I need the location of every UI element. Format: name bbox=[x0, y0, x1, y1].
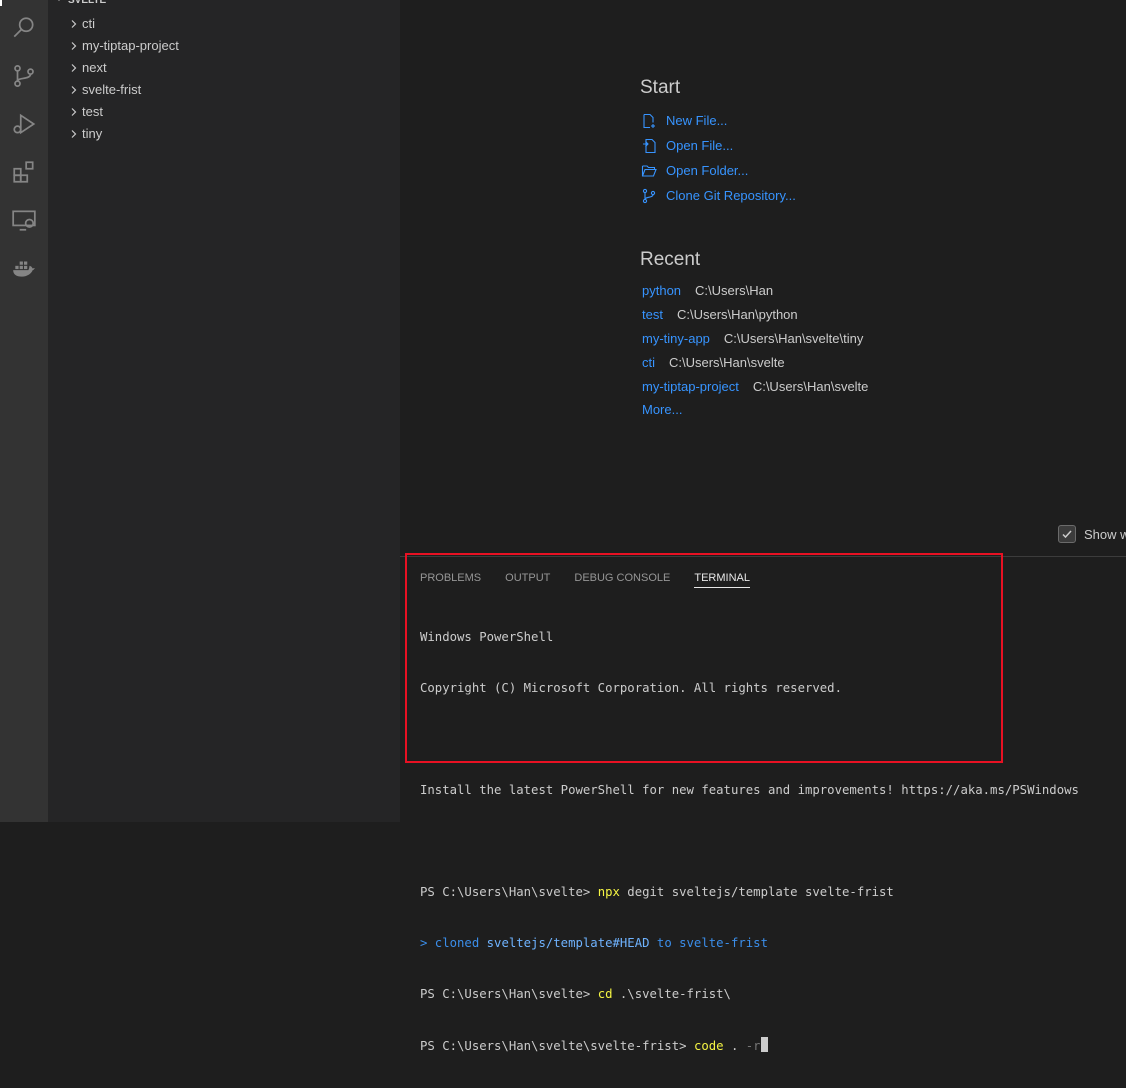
recent-item-path: C:\Users\Han\svelte\tiny bbox=[723, 330, 864, 346]
terminal-command-line: PS C:\Users\Han\svelte> npx degit svelte… bbox=[420, 884, 1126, 901]
open-file-icon bbox=[640, 137, 658, 155]
tab-output[interactable]: OUTPUT bbox=[505, 569, 550, 587]
recent-item-path: C:\Users\Han\python bbox=[676, 306, 798, 322]
start-heading: Start bbox=[640, 77, 681, 98]
panel-tabs: PROBLEMS OUTPUT DEBUG CONSOLE TERMINAL bbox=[420, 569, 750, 588]
remote-explorer-icon[interactable] bbox=[0, 196, 48, 244]
terminal-cursor bbox=[760, 1037, 768, 1052]
recent-item: python C:\Users\Han bbox=[642, 278, 868, 302]
tree-folder[interactable]: next bbox=[48, 57, 400, 79]
terminal-suggestion: -r bbox=[745, 1039, 761, 1053]
recent-item: my-tiny-app C:\Users\Han\svelte\tiny bbox=[642, 326, 868, 350]
recent-item-name[interactable]: cti bbox=[642, 355, 655, 370]
show-welcome-checkbox[interactable] bbox=[1058, 525, 1076, 543]
recent-item-name[interactable]: python bbox=[642, 283, 681, 298]
terminal-line: Windows PowerShell bbox=[420, 630, 554, 644]
terminal-command-line: PS C:\Users\Han\svelte> cd .\svelte-fris… bbox=[420, 986, 1126, 1003]
start-item-label: Open File... bbox=[666, 138, 734, 153]
folder-label: my-tiptap-project bbox=[82, 38, 179, 53]
recent-list: python C:\Users\Han test C:\Users\Han\py… bbox=[642, 278, 868, 422]
tree-folder[interactable]: my-tiptap-project bbox=[48, 35, 400, 57]
run-debug-icon[interactable] bbox=[0, 100, 48, 148]
more-recent-link[interactable]: More... bbox=[642, 398, 868, 422]
terminal-args: .\svelte-frist\ bbox=[612, 987, 731, 1001]
recent-item-name[interactable]: my-tiptap-project bbox=[642, 379, 739, 394]
chevron-right-icon bbox=[66, 60, 82, 76]
recent-heading: Recent bbox=[640, 249, 701, 270]
start-item-label: Open Folder... bbox=[666, 163, 749, 178]
terminal-prompt: PS C:\Users\Han\svelte\svelte-frist> bbox=[420, 1039, 694, 1053]
folder-tree: cti my-tiptap-project next svelte-frist … bbox=[48, 13, 400, 145]
chevron-right-icon bbox=[66, 104, 82, 120]
terminal-output-suffix: to svelte-frist bbox=[649, 936, 768, 950]
tab-debug-console[interactable]: DEBUG CONSOLE bbox=[574, 569, 670, 587]
terminal-prompt: PS C:\Users\Han\svelte> bbox=[420, 987, 598, 1001]
folder-label: svelte-frist bbox=[82, 82, 142, 97]
chevron-down-icon bbox=[54, 0, 64, 9]
recent-item-name[interactable]: test bbox=[642, 307, 663, 322]
section-title: SVELTE bbox=[68, 0, 107, 6]
chevron-right-icon bbox=[66, 38, 82, 54]
chevron-right-icon bbox=[66, 16, 82, 32]
terminal-command: npx bbox=[597, 885, 620, 899]
activity-bar bbox=[0, 0, 48, 822]
bottom-panel: PROBLEMS OUTPUT DEBUG CONSOLE TERMINAL W… bbox=[400, 556, 1126, 1053]
terminal-output[interactable]: Windows PowerShell Copyright (C) Microso… bbox=[420, 595, 1126, 1088]
folder-label: next bbox=[82, 60, 107, 75]
show-welcome-label: Show w bbox=[1084, 526, 1126, 542]
terminal-args: . bbox=[723, 1039, 746, 1053]
extensions-icon[interactable] bbox=[0, 148, 48, 196]
explorer-section-header[interactable]: SVELTE bbox=[48, 0, 106, 8]
clone-git-repository-link[interactable]: Clone Git Repository... bbox=[640, 183, 796, 208]
git-clone-icon bbox=[640, 187, 658, 205]
folder-label: cti bbox=[82, 16, 95, 31]
start-item-label: New File... bbox=[666, 113, 728, 128]
recent-item-path: C:\Users\Han\svelte bbox=[752, 378, 869, 394]
tree-folder[interactable]: tiny bbox=[48, 123, 400, 145]
tree-folder[interactable]: svelte-frist bbox=[48, 79, 400, 101]
terminal-command: code bbox=[693, 1039, 724, 1053]
open-folder-icon bbox=[640, 162, 658, 180]
terminal-output-prefix: > cloned bbox=[420, 936, 487, 950]
recent-item: test C:\Users\Han\python bbox=[642, 302, 868, 326]
welcome-page: Start New File... Open File... Open Fold… bbox=[400, 0, 1126, 556]
explorer-sidebar: SVELTE cti my-tiptap-project next svelte… bbox=[48, 0, 400, 822]
recent-item: cti C:\Users\Han\svelte bbox=[642, 350, 868, 374]
show-welcome-toggle[interactable]: Show w bbox=[1058, 525, 1126, 543]
recent-item-path: C:\Users\Han bbox=[695, 282, 774, 298]
new-file-icon bbox=[640, 112, 658, 130]
start-item-label: Clone Git Repository... bbox=[666, 188, 796, 203]
checkmark-icon bbox=[1062, 530, 1072, 539]
recent-item-path: C:\Users\Han\svelte bbox=[669, 354, 785, 370]
terminal-command-line: PS C:\Users\Han\svelte\svelte-frist> cod… bbox=[420, 1037, 1126, 1054]
terminal-line: Install the latest PowerShell for new fe… bbox=[420, 783, 1079, 797]
folder-label: tiny bbox=[82, 126, 103, 141]
terminal-command: cd bbox=[597, 987, 613, 1001]
start-list: New File... Open File... Open Folder... … bbox=[640, 108, 796, 208]
chevron-right-icon bbox=[66, 82, 82, 98]
terminal-args: degit sveltejs/template svelte-frist bbox=[619, 885, 894, 899]
new-file-link[interactable]: New File... bbox=[640, 108, 796, 133]
terminal-line: Copyright (C) Microsoft Corporation. All… bbox=[420, 681, 842, 695]
tab-problems[interactable]: PROBLEMS bbox=[420, 569, 481, 587]
folder-label: test bbox=[82, 104, 103, 119]
source-control-icon[interactable] bbox=[0, 52, 48, 100]
terminal-output-repo: sveltejs/template#HEAD bbox=[486, 936, 650, 950]
terminal-output-line: > cloned sveltejs/template#HEAD to svelt… bbox=[420, 935, 1126, 952]
search-icon[interactable] bbox=[0, 4, 48, 52]
terminal-prompt: PS C:\Users\Han\svelte> bbox=[420, 885, 598, 899]
tree-folder[interactable]: cti bbox=[48, 13, 400, 35]
chevron-right-icon bbox=[66, 126, 82, 142]
open-file-link[interactable]: Open File... bbox=[640, 133, 796, 158]
open-folder-link[interactable]: Open Folder... bbox=[640, 158, 796, 183]
recent-item: my-tiptap-project C:\Users\Han\svelte bbox=[642, 374, 868, 398]
docker-icon[interactable] bbox=[0, 244, 48, 292]
tree-folder[interactable]: test bbox=[48, 101, 400, 123]
tab-terminal[interactable]: TERMINAL bbox=[694, 569, 750, 588]
recent-item-name[interactable]: my-tiny-app bbox=[642, 331, 710, 346]
